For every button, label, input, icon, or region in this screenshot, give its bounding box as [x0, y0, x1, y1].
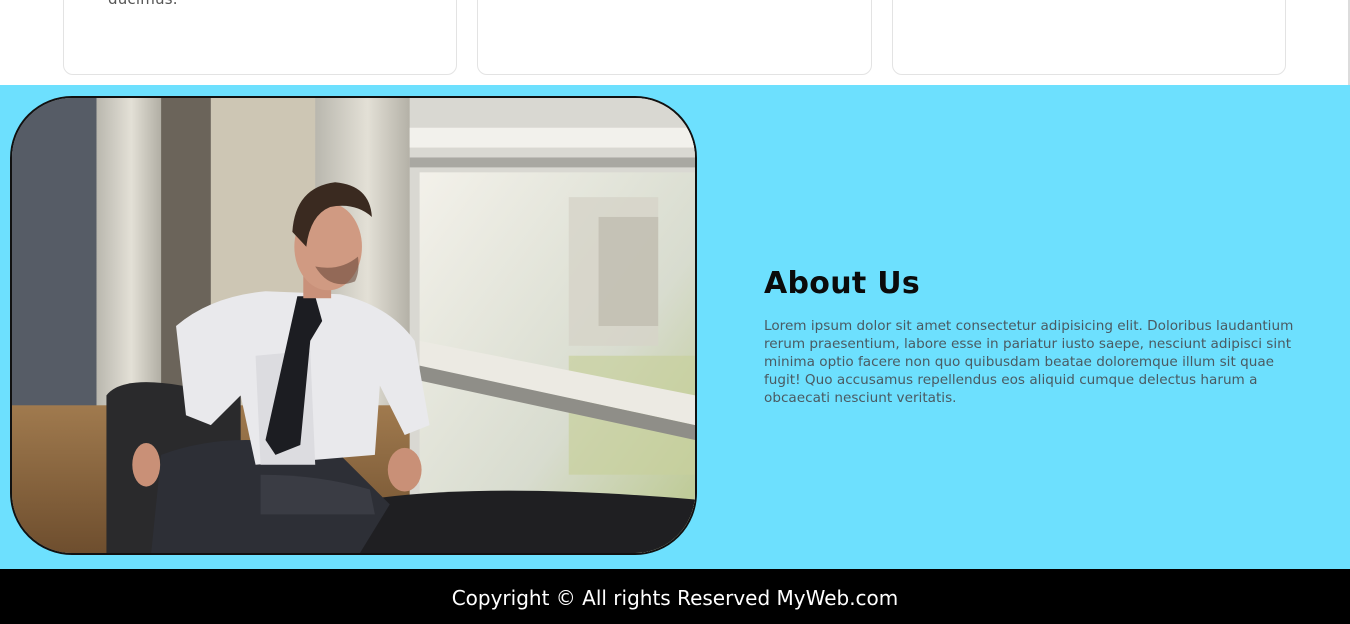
businessman-photo-illustration	[12, 98, 695, 553]
footer: Copyright © All rights Reserved MyWeb.co…	[0, 569, 1350, 624]
about-description: Lorem ipsum dolor sit amet consectetur a…	[764, 318, 1294, 406]
service-card	[477, 0, 872, 75]
service-card-text: ducimus.	[108, 0, 178, 8]
service-card	[892, 0, 1286, 75]
services-cards-strip: ducimus.	[0, 0, 1350, 85]
about-title: About Us	[764, 266, 921, 301]
service-card: ducimus.	[63, 0, 457, 75]
copyright-text: Copyright © All rights Reserved MyWeb.co…	[451, 585, 899, 610]
about-image	[10, 96, 697, 555]
about-section: About Us Lorem ipsum dolor sit amet cons…	[0, 85, 1350, 569]
